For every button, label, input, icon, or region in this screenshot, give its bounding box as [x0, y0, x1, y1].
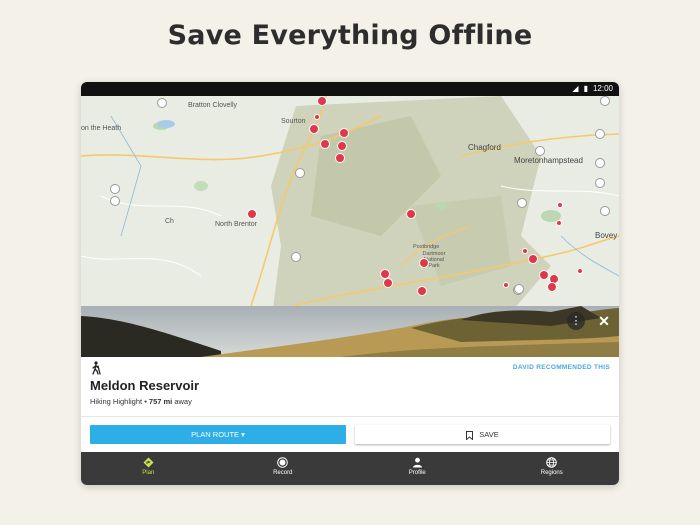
map-label: on the Heath [81, 125, 122, 132]
hiking-pin[interactable] [547, 282, 557, 292]
hiking-pin[interactable] [556, 220, 562, 226]
hiking-pin[interactable] [335, 153, 345, 163]
map-label: Moretonhampstead [514, 156, 583, 165]
poi-icon[interactable] [600, 206, 610, 216]
hiking-pin[interactable] [247, 209, 257, 219]
poi-icon[interactable] [157, 98, 167, 108]
status-time: 12:00 [592, 84, 613, 93]
poi-icon[interactable] [595, 158, 605, 168]
poi-icon[interactable] [295, 168, 305, 178]
map-label: Postbridge [413, 244, 440, 250]
hiking-pin[interactable] [320, 139, 330, 149]
hiking-pin[interactable] [539, 270, 549, 280]
hiking-pin[interactable] [339, 128, 349, 138]
hiking-pin[interactable] [337, 141, 347, 151]
nav-profile-label: Profile [408, 470, 426, 476]
nav-record-label: Record [273, 470, 293, 476]
poi-icon[interactable] [110, 184, 120, 194]
hiking-pin[interactable] [503, 282, 509, 288]
place-title: Meldon Reservoir [90, 378, 200, 393]
poi-icon[interactable] [600, 96, 610, 106]
place-photo[interactable] [81, 306, 619, 357]
poi-icon[interactable] [110, 196, 120, 206]
close-button[interactable]: ✕ [595, 312, 613, 330]
hiker-icon [92, 361, 101, 375]
hiking-pin[interactable] [577, 268, 583, 274]
map-label: Chagford [468, 143, 501, 152]
hiking-pin[interactable] [557, 202, 563, 208]
poi-icon[interactable] [535, 146, 545, 156]
status-bar: ◢ ▮ 12:00 [81, 82, 619, 96]
place-distance: 757 mi [148, 397, 173, 406]
poi-icon[interactable] [517, 198, 527, 208]
place-subtitle: Hiking Highlight • 757 mi away [90, 397, 192, 406]
bottom-navigation: Plan Record Profile Regions [81, 452, 619, 485]
profile-icon [412, 457, 422, 468]
poi-icon[interactable] [595, 178, 605, 188]
plan-icon [143, 457, 154, 468]
nav-plan-label: Plan [142, 470, 155, 476]
place-category: Hiking Highlight • [90, 397, 149, 406]
signal-icon: ◢ [572, 84, 579, 93]
nav-plan[interactable]: Plan [81, 452, 216, 485]
hiking-pin[interactable] [383, 278, 393, 288]
save-label: SAVE [479, 430, 499, 439]
bookmark-icon [466, 430, 474, 440]
map-label: Bovey [595, 231, 618, 240]
hiking-pin[interactable] [522, 248, 528, 254]
save-button[interactable]: SAVE [355, 425, 610, 444]
hiking-pin[interactable] [406, 209, 416, 219]
hiking-pin[interactable] [417, 286, 427, 296]
poi-icon[interactable] [595, 129, 605, 139]
nav-regions[interactable]: Regions [485, 452, 620, 485]
hiking-pin[interactable] [528, 254, 538, 264]
battery-icon: ▮ [583, 84, 588, 93]
nav-regions-label: Regions [540, 470, 563, 476]
place-distance-suffix: away [172, 397, 192, 406]
recommended-tag[interactable]: DAVID RECOMMENDED THIS [513, 364, 610, 371]
map-label: North Brentor [215, 221, 258, 228]
map-label: Ch [165, 218, 174, 225]
photo-landscape [81, 306, 619, 357]
map-view[interactable]: Bratton Clovelly Sourton Chagford Moreto… [81, 96, 619, 324]
more-options-button[interactable]: ⋮ [567, 312, 585, 330]
record-icon [277, 457, 289, 468]
nav-profile[interactable]: Profile [350, 452, 485, 485]
headline: Save Everything Offline [167, 20, 533, 51]
poi-icon[interactable] [514, 284, 524, 294]
poi-icon[interactable] [291, 252, 301, 262]
plan-route-button[interactable]: PLAN ROUTE ▾ [90, 425, 346, 444]
divider [81, 416, 619, 417]
hiking-pin[interactable] [419, 258, 429, 268]
hiking-pin[interactable] [309, 124, 319, 134]
nav-record[interactable]: Record [216, 452, 351, 485]
map-label: Sourton [281, 118, 306, 125]
map-label: Bratton Clovelly [188, 102, 238, 109]
map-terrain [81, 96, 619, 324]
hiking-pin[interactable] [317, 96, 327, 106]
hiking-pin[interactable] [314, 114, 320, 120]
globe-icon [546, 457, 558, 468]
tablet-screen: ◢ ▮ 12:00 Bratton Clovelly Sourton Chagf… [81, 82, 619, 485]
